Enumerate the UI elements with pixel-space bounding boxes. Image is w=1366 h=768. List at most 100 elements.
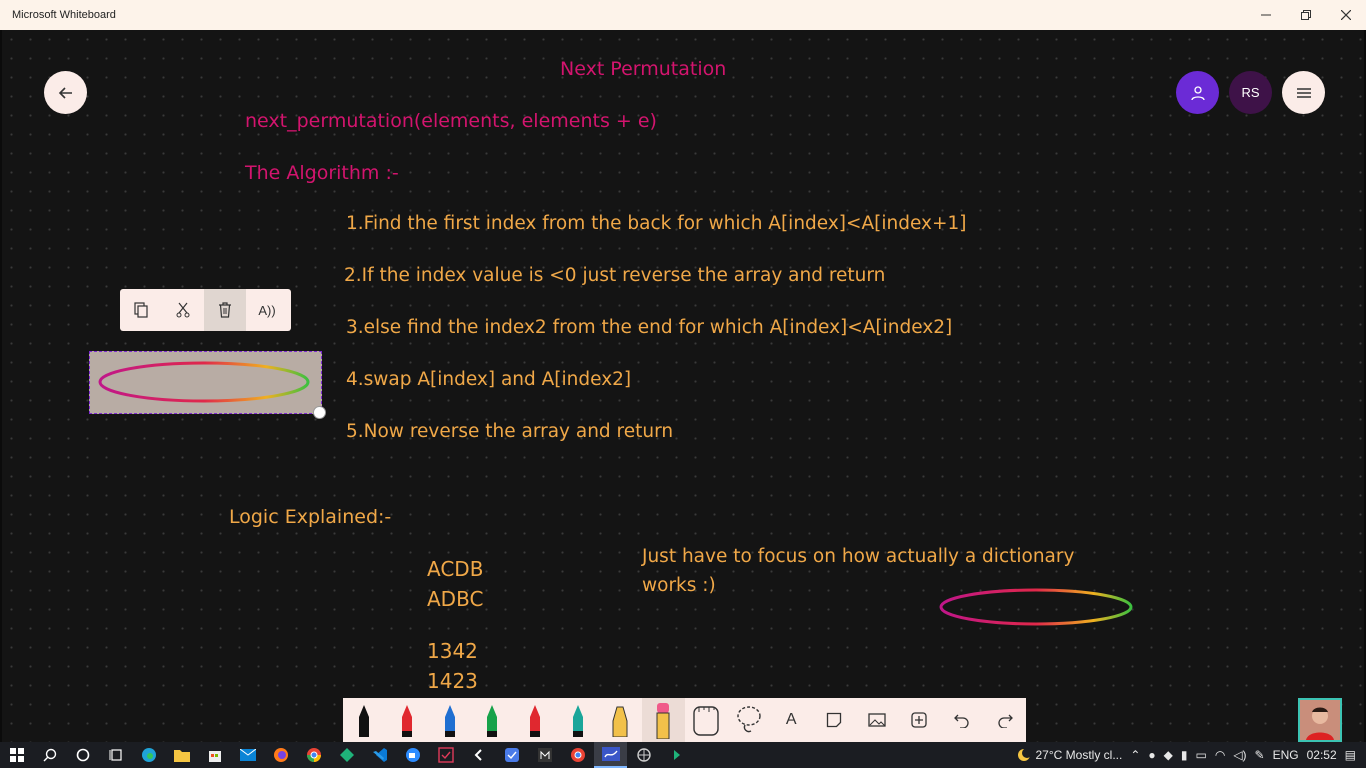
windows-taskbar: 27°C Mostly cl... ⌃ ● ◆ ▮ ▭ ◠ ◁) ✎ ENG 0…	[0, 742, 1366, 768]
taskbar-app[interactable]	[528, 742, 561, 768]
pen-blue[interactable]	[428, 698, 471, 742]
chevron-up-icon[interactable]: ⌃	[1130, 748, 1140, 762]
algorithm-step: 4.swap A[index] and A[index2]	[346, 369, 632, 390]
pen-red-2[interactable]	[514, 698, 557, 742]
taskbar-app[interactable]	[330, 742, 363, 768]
dropbox-icon[interactable]: ◆	[1164, 748, 1173, 762]
task-view-button[interactable]	[99, 742, 132, 768]
undo-button[interactable]	[941, 698, 984, 742]
board-title: Next Permutation	[560, 58, 727, 80]
note-text: works :)	[642, 575, 716, 596]
taskbar-app[interactable]	[231, 742, 264, 768]
wifi-icon[interactable]: ◠	[1215, 748, 1225, 762]
pen-red[interactable]	[386, 698, 429, 742]
pen-icon	[530, 705, 541, 737]
algorithm-step: 1.Find the first index from the back for…	[346, 213, 967, 234]
text-button[interactable]: A	[770, 698, 813, 742]
pen-green[interactable]	[471, 698, 514, 742]
window-controls	[1246, 0, 1366, 30]
highlighter-yellow[interactable]	[599, 698, 642, 742]
taskbar-app[interactable]	[462, 742, 495, 768]
mail-icon	[239, 749, 256, 761]
algorithm-step: 5.Now reverse the array and return	[346, 421, 674, 442]
taskbar-app[interactable]	[198, 742, 231, 768]
close-icon	[1341, 10, 1351, 20]
clock[interactable]: 02:52	[1307, 748, 1337, 762]
copy-button[interactable]	[120, 289, 162, 331]
image-button[interactable]	[855, 698, 898, 742]
microphone-icon[interactable]: ▮	[1181, 748, 1188, 762]
pen-black[interactable]	[343, 698, 386, 742]
cortana-button[interactable]	[66, 742, 99, 768]
whiteboard-icon	[601, 747, 620, 761]
taskbar-app[interactable]	[363, 742, 396, 768]
add-button[interactable]	[898, 698, 941, 742]
search-button[interactable]	[33, 742, 66, 768]
system-tray: 27°C Mostly cl... ⌃ ● ◆ ▮ ▭ ◠ ◁) ✎ ENG 0…	[1016, 742, 1366, 768]
pen-icon	[572, 705, 583, 737]
copy-icon	[134, 302, 148, 318]
lasso-button[interactable]	[727, 698, 770, 742]
read-aloud-icon: A))	[258, 302, 276, 318]
delete-button[interactable]	[204, 289, 246, 331]
battery-icon[interactable]: ▭	[1195, 748, 1206, 762]
taskbar-app[interactable]	[660, 742, 693, 768]
app-icon	[636, 748, 651, 762]
task-view-icon	[109, 749, 122, 761]
restore-button[interactable]	[1286, 0, 1326, 30]
function-signature: next_permutation(elements, elements + e)	[245, 110, 657, 132]
arrow-left-icon	[58, 86, 72, 99]
taskbar-app[interactable]	[495, 742, 528, 768]
cortana-icon	[76, 748, 89, 762]
tray-icon[interactable]: ●	[1148, 748, 1155, 762]
note-button[interactable]	[813, 698, 856, 742]
taskbar-app[interactable]	[396, 742, 429, 768]
taskbar-app[interactable]	[297, 742, 330, 768]
taskbar-app[interactable]	[627, 742, 660, 768]
add-icon	[911, 712, 927, 728]
cut-button[interactable]	[162, 289, 204, 331]
rainbow-ellipse[interactable]	[936, 586, 1136, 628]
undo-icon	[954, 714, 969, 728]
pen-teal[interactable]	[556, 698, 599, 742]
search-icon	[43, 748, 56, 762]
language-indicator[interactable]: ENG	[1273, 748, 1299, 762]
example-text: ACDB	[427, 557, 484, 581]
minimize-icon	[1261, 14, 1271, 16]
app-icon	[474, 749, 482, 761]
weather-text[interactable]: 27°C Mostly cl...	[1036, 748, 1123, 762]
account-avatar[interactable]: RS	[1229, 71, 1272, 114]
start-button[interactable]	[0, 742, 33, 768]
menu-button[interactable]	[1282, 71, 1325, 114]
back-button[interactable]	[44, 71, 87, 114]
close-button[interactable]	[1326, 0, 1366, 30]
invite-button[interactable]	[1176, 71, 1219, 114]
minimize-button[interactable]	[1246, 0, 1286, 30]
pen-toolbar: A	[343, 698, 1026, 742]
read-aloud-button[interactable]: A))	[246, 289, 288, 331]
notification-icon[interactable]: ▤	[1345, 748, 1356, 762]
taskbar-app[interactable]	[132, 742, 165, 768]
resize-handle[interactable]	[313, 406, 326, 419]
person-icon	[1306, 707, 1334, 740]
pen-icon[interactable]: ✎	[1255, 748, 1265, 762]
redo-button[interactable]	[983, 698, 1026, 742]
example-text: 1423	[427, 669, 478, 693]
selected-ink-object[interactable]	[89, 351, 322, 414]
algorithm-heading: The Algorithm :-	[245, 162, 399, 184]
app-icon	[673, 750, 680, 760]
taskbar-app[interactable]	[264, 742, 297, 768]
algorithm-step: 3.else find the index2 from the end for …	[346, 317, 953, 338]
taskbar-app-whiteboard[interactable]	[594, 742, 627, 768]
taskbar-app[interactable]	[165, 742, 198, 768]
taskbar-app[interactable]	[561, 742, 594, 768]
delete-icon	[219, 302, 231, 318]
store-icon	[208, 751, 221, 762]
taskbar-app[interactable]	[429, 742, 462, 768]
ruler-button[interactable]	[685, 698, 728, 742]
volume-icon[interactable]: ◁)	[1233, 748, 1246, 762]
eraser-button[interactable]	[641, 698, 685, 742]
algorithm-step: 2.If the index value is <0 just reverse …	[344, 265, 886, 286]
hamburger-icon	[1296, 87, 1311, 98]
whiteboard-canvas[interactable]: RS Next Permutation next_permutation(ele…	[2, 30, 1364, 742]
